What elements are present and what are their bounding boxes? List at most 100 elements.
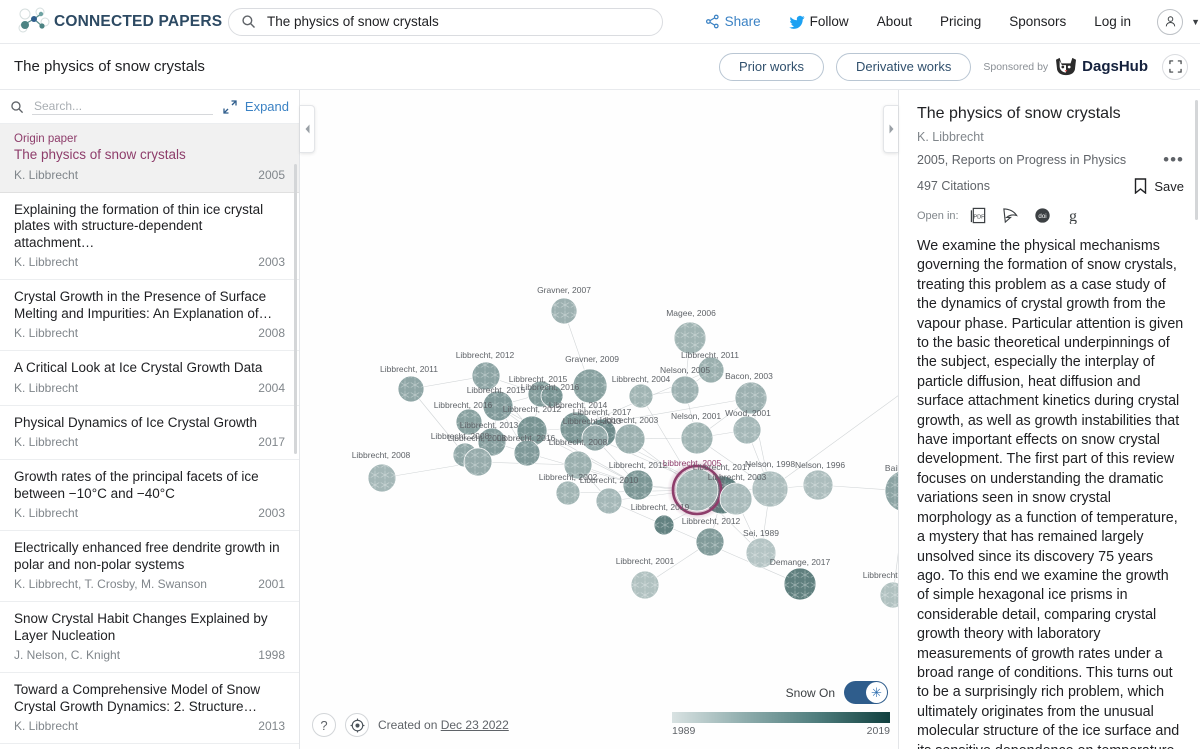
nav-about[interactable]: About (863, 0, 926, 44)
snowflake-texture-icon (720, 483, 752, 515)
chevron-right-icon (889, 124, 893, 134)
paper-list-panel: Expand Origin paper The physics of snow c… (0, 90, 300, 749)
graph-footer-left: ? Created on Dec 23 2022 (312, 713, 509, 737)
graph-node-label: Libbrecht, 2013 (563, 416, 622, 426)
connected-papers-logo-icon (14, 7, 52, 37)
list-item-meta: K. Libbrecht 2013 (14, 719, 285, 733)
paper-list-scrollbar[interactable] (294, 164, 297, 454)
search-box[interactable] (228, 7, 663, 36)
more-options-button[interactable]: ••• (1163, 151, 1184, 168)
list-item-year: 2004 (258, 380, 285, 395)
graph-node[interactable] (680, 421, 714, 455)
help-button[interactable]: ? (312, 713, 336, 737)
graph-node-label: Wood, 2001 (725, 408, 771, 418)
sponsor-logo[interactable]: DagsHub (1054, 57, 1148, 77)
doi-icon[interactable]: doi (1034, 207, 1051, 224)
snow-toggle[interactable]: ✳ (844, 681, 888, 704)
pdf-icon[interactable]: PDF (970, 207, 987, 224)
search-input[interactable] (265, 13, 650, 30)
snowflake-texture-icon (464, 448, 492, 476)
graph-node[interactable] (595, 487, 623, 515)
list-item-authors: K. Libbrecht (14, 326, 79, 340)
year-legend-ticks: 1989 2019 (672, 725, 890, 737)
graph-canvas[interactable]: Gravner, 2007 Gravner, 2009 Libbrecht, 201… (300, 90, 898, 749)
paper-list[interactable]: Origin paper The physics of snow crystals… (0, 124, 299, 749)
graph-node[interactable] (555, 480, 581, 506)
fullscreen-button[interactable] (1162, 53, 1188, 80)
expand-button[interactable]: Expand (223, 99, 289, 114)
list-item-authors: K. Libbrecht (14, 380, 79, 395)
paper-list-search-input[interactable] (32, 98, 213, 115)
detail-scrollbar[interactable] (1195, 100, 1198, 220)
prior-works-button[interactable]: Prior works (718, 52, 824, 81)
list-item-title: Snow Crystal Habit Changes Explained by … (14, 611, 268, 643)
svg-text:doi: doi (1038, 213, 1046, 220)
list-item[interactable]: Crystal Growth in the Presence of Surfac… (0, 280, 299, 351)
nav-sponsors[interactable]: Sponsors (995, 0, 1080, 44)
save-button[interactable]: Save (1134, 178, 1184, 194)
avatar[interactable] (1157, 8, 1184, 35)
collapse-left-panel-button[interactable] (300, 105, 315, 153)
snowflake-texture-icon (551, 298, 577, 324)
chevron-down-icon[interactable]: ▼ (1191, 17, 1200, 27)
detail-title: The physics of snow crystals (917, 105, 1121, 122)
nav-pricing[interactable]: Pricing (926, 0, 995, 44)
logo[interactable]: CONNECTED PAPERS (14, 7, 222, 37)
nav-follow[interactable]: Follow (775, 0, 863, 44)
list-item[interactable]: Snow Crystal Habit Changes Explained by … (0, 602, 299, 673)
nav-share[interactable]: Share (691, 0, 775, 44)
google-scholar-icon[interactable]: g (1066, 207, 1081, 224)
derivative-works-button[interactable]: Derivative works (836, 52, 972, 81)
graph-node[interactable] (513, 439, 541, 467)
graph-node[interactable] (670, 375, 700, 405)
recenter-button[interactable] (345, 713, 369, 737)
created-date[interactable]: Dec 23 2022 (441, 718, 509, 732)
graph-node[interactable] (653, 514, 675, 536)
snowflake-texture-icon (803, 470, 833, 500)
graph-node[interactable] (367, 463, 397, 493)
graph-node-label: Libbrecht, 2001 (863, 570, 898, 580)
detail-abstract: We examine the physical mechanisms gover… (917, 238, 1184, 749)
graph-node[interactable] (695, 527, 725, 557)
list-item[interactable]: Electrically enhanced free dendrite grow… (0, 531, 299, 602)
list-item-authors: K. Libbrecht, T. Crosby, M. Swanson (14, 577, 207, 591)
graph-node-label: Magee, 2006 (666, 308, 716, 318)
graph-svg[interactable]: Gravner, 2007 Gravner, 2009 Libbrecht, 201… (300, 90, 898, 749)
graph-node[interactable] (884, 470, 898, 512)
list-item-year: 1998 (258, 648, 285, 662)
search-icon (242, 15, 255, 28)
graph-node[interactable] (628, 383, 654, 409)
list-item-title: A Critical Look at Ice Crystal Growth Da… (14, 360, 263, 375)
collapse-right-panel-button[interactable] (883, 105, 898, 153)
nav-login[interactable]: Log in (1080, 0, 1145, 44)
graph-node[interactable] (719, 482, 753, 516)
semantic-scholar-icon[interactable] (1002, 207, 1019, 224)
bookmark-icon (1135, 178, 1147, 194)
list-item[interactable]: Origin paper The physics of snow crystals… (0, 124, 299, 193)
top-header: CONNECTED PAPERS Share (0, 0, 1200, 44)
list-item[interactable]: Toward a Comprehensive Model of Snow Cry… (0, 673, 299, 744)
list-item-authors: K. Libbrecht (14, 167, 79, 182)
created-on-text: Created on Dec 23 2022 (378, 718, 509, 732)
nav-follow-label: Follow (809, 13, 849, 29)
list-item[interactable]: Physical Dynamics of Ice Crystal Growth K… (0, 406, 299, 460)
graph-node[interactable] (463, 447, 493, 477)
snowflake-texture-icon (733, 416, 761, 444)
graph-node-label: Libbrecht, 2008 (448, 433, 507, 443)
graph-node[interactable] (550, 297, 578, 325)
graph-node[interactable] (732, 415, 762, 445)
list-item[interactable]: Growth rates of the principal facets of … (0, 460, 299, 531)
graph-node[interactable] (614, 423, 646, 455)
graph-node[interactable] (783, 567, 817, 601)
graph-node-label: Libbrecht, 2016 (434, 400, 493, 410)
graph-node[interactable] (802, 469, 834, 501)
list-item-meta: K. Libbrecht 2003 (14, 255, 285, 269)
list-item-meta: K. Libbrecht 2005 (14, 168, 285, 182)
list-item-year: 2003 (258, 255, 285, 269)
graph-node[interactable] (630, 570, 660, 600)
graph-node[interactable] (879, 581, 898, 609)
graph-node-label: Libbrecht, 2008 (352, 450, 411, 460)
list-item[interactable]: A Critical Look at Ice Crystal Growth Da… (0, 351, 299, 406)
graph-node[interactable] (397, 375, 425, 403)
list-item[interactable]: Explaining the formation of thin ice cry… (0, 193, 299, 280)
